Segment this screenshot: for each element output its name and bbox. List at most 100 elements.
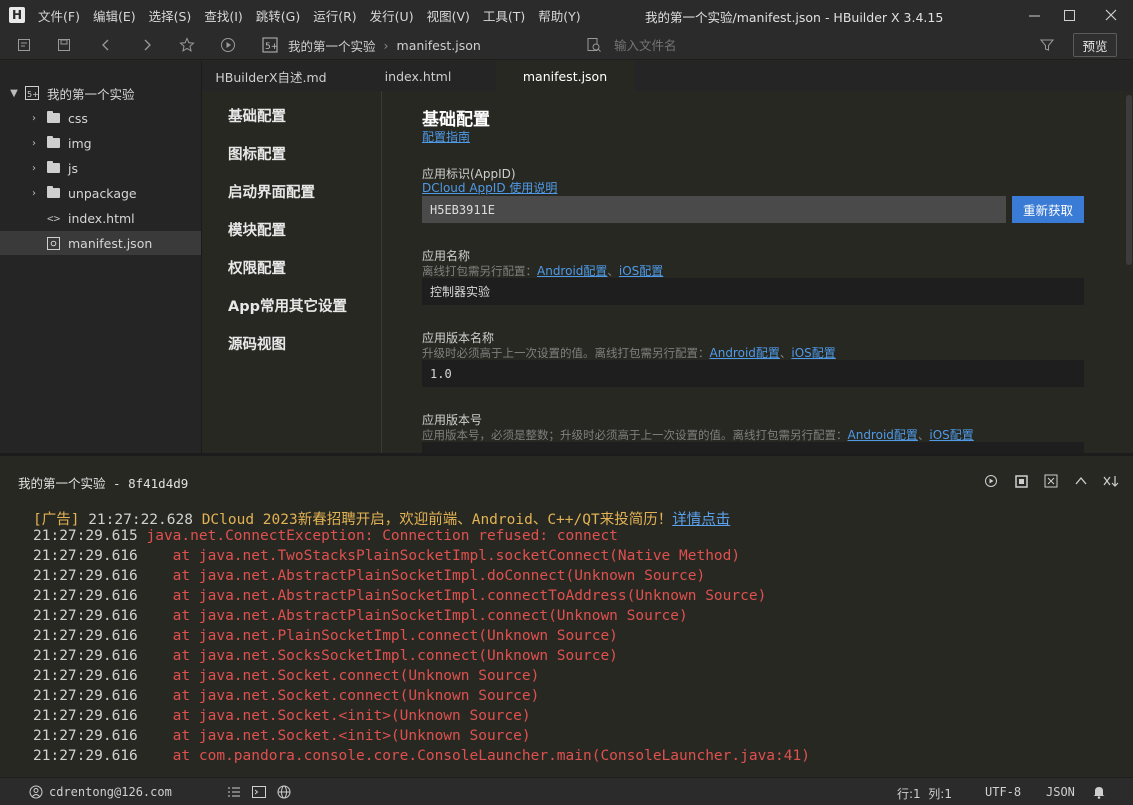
- clear-console-icon: [1044, 474, 1058, 488]
- folder-icon: [47, 161, 60, 173]
- forward-button[interactable]: [137, 35, 157, 55]
- config-nav-source[interactable]: 源码视图: [228, 333, 286, 354]
- console-collapse-button[interactable]: [1073, 473, 1089, 489]
- tree-item-js[interactable]: › js: [0, 156, 201, 180]
- list-icon[interactable]: [227, 785, 241, 799]
- menu-find[interactable]: 查找(I): [204, 6, 242, 25]
- menu-edit[interactable]: 编辑(E): [93, 6, 136, 25]
- network-icon[interactable]: [277, 785, 293, 799]
- config-nav-splash[interactable]: 启动界面配置: [228, 181, 315, 202]
- config-nav-app-other[interactable]: App常用其它设置: [228, 295, 347, 316]
- config-guide-link[interactable]: 配置指南: [422, 130, 470, 144]
- android-config-link[interactable]: Android配置: [848, 428, 918, 442]
- tree-item-index-html[interactable]: <> index.html: [0, 206, 201, 230]
- menu-view[interactable]: 视图(V): [427, 6, 470, 25]
- new-file-button[interactable]: [14, 35, 34, 55]
- chevron-left-icon: [102, 39, 109, 51]
- tab-readme[interactable]: HBuilderX自述.md: [202, 61, 340, 91]
- folder-icon: [47, 186, 60, 198]
- console-log-line: 21:27:29.616 at java.net.Socket.<init>(U…: [33, 708, 531, 724]
- console-log-line: 21:27:29.616 at java.net.Socket.connect(…: [33, 688, 540, 704]
- file-search-icon: [587, 38, 601, 52]
- editor-scrollbar[interactable]: [1124, 91, 1133, 453]
- chevron-right-icon: ›: [32, 187, 36, 199]
- maximize-button[interactable]: [1051, 0, 1087, 30]
- tree-item-label: css: [68, 110, 88, 126]
- tree-item-css[interactable]: › css: [0, 106, 201, 130]
- file-search-input[interactable]: [614, 37, 1014, 53]
- close-window-button[interactable]: [1093, 0, 1129, 30]
- restart-icon: [985, 475, 997, 487]
- menu-file[interactable]: 文件(F): [38, 6, 80, 25]
- tab-manifest-json[interactable]: manifest.json: [496, 61, 634, 91]
- chevron-right-icon: ›: [32, 112, 36, 124]
- config-nav-basic[interactable]: 基础配置: [228, 105, 286, 126]
- console-clear-button[interactable]: [1043, 473, 1059, 489]
- filter-button[interactable]: [1037, 35, 1057, 55]
- toolbar: 5+ 我的第一个实验 › manifest.json 预览: [0, 30, 1133, 60]
- tree-item-manifest-json[interactable]: manifest.json: [0, 231, 201, 255]
- console-log-line: 21:27:29.616 at java.net.Socket.connect(…: [33, 668, 540, 684]
- appid-help-link[interactable]: DCloud AppID 使用说明: [422, 181, 557, 195]
- console-scroll-lock-button[interactable]: [1101, 473, 1121, 489]
- minimize-button[interactable]: [1016, 0, 1052, 30]
- appid-link-wrap: DCloud AppID 使用说明: [422, 179, 557, 196]
- hbuilder-logo-icon: H: [9, 7, 25, 23]
- menu-goto[interactable]: 跳转(G): [256, 6, 300, 25]
- favorite-button[interactable]: [177, 35, 197, 55]
- version-code-field[interactable]: [422, 442, 1084, 453]
- statusbar: cdrentong@126.com 行:1 列:1 UTF-8 JSON: [0, 777, 1133, 805]
- tree-item-img[interactable]: › img: [0, 131, 201, 155]
- console-log-line: 21:27:29.616 at java.net.SocksSocketImpl…: [33, 648, 618, 664]
- tab-index-html[interactable]: index.html: [350, 61, 486, 91]
- svg-text:5+: 5+: [265, 42, 278, 52]
- tree-project-root[interactable]: ▼ 5+ 我的第一个实验: [0, 81, 201, 105]
- bell-icon[interactable]: [1092, 785, 1106, 799]
- android-config-link[interactable]: Android配置: [710, 346, 780, 360]
- console-restart-button[interactable]: [983, 473, 999, 489]
- filter-icon: [1040, 39, 1054, 51]
- config-nav-permissions[interactable]: 权限配置: [228, 257, 286, 278]
- star-icon: [179, 37, 195, 52]
- ios-config-link[interactable]: iOS配置: [619, 264, 663, 278]
- user-account[interactable]: cdrentong@126.com: [49, 785, 172, 799]
- run-button[interactable]: [218, 35, 238, 55]
- folder-icon: [47, 136, 60, 148]
- tree-item-label: index.html: [68, 210, 135, 226]
- form-title: 基础配置: [422, 110, 490, 130]
- refresh-appid-button[interactable]: 重新获取: [1012, 196, 1084, 223]
- menu-select[interactable]: 选择(S): [149, 6, 192, 25]
- appid-field[interactable]: [422, 196, 1006, 223]
- tree-item-unpackage[interactable]: › unpackage: [0, 181, 201, 205]
- menu-run[interactable]: 运行(R): [313, 6, 356, 25]
- ad-details-link[interactable]: 详情点击: [672, 512, 730, 528]
- console-log-line: 21:27:29.616 at java.net.AbstractPlainSo…: [33, 568, 706, 584]
- config-nav-modules[interactable]: 模块配置: [228, 219, 286, 240]
- save-button[interactable]: [54, 35, 74, 55]
- language-mode[interactable]: JSON: [1046, 785, 1075, 799]
- version-name-hint: 升级时必须高于上一次设置的值。离线打包需另行配置：Android配置、iOS配置: [422, 346, 836, 360]
- back-button[interactable]: [96, 35, 116, 55]
- version-name-field[interactable]: [422, 360, 1084, 387]
- menu-publish[interactable]: 发行(U): [370, 6, 414, 25]
- config-nav-icon[interactable]: 图标配置: [228, 143, 286, 164]
- console-stop-button[interactable]: [1013, 473, 1029, 489]
- android-config-link[interactable]: Android配置: [537, 264, 607, 278]
- chevron-right-icon: ›: [32, 162, 36, 174]
- preview-button[interactable]: 预览: [1073, 33, 1117, 57]
- breadcrumb-file[interactable]: manifest.json: [397, 38, 481, 53]
- terminal-icon[interactable]: [252, 785, 266, 799]
- breadcrumb-separator-icon: ›: [383, 37, 389, 53]
- ios-config-link[interactable]: iOS配置: [791, 346, 835, 360]
- file-encoding[interactable]: UTF-8: [985, 785, 1021, 799]
- editor-scrollbar-thumb[interactable]: [1126, 95, 1132, 265]
- breadcrumb-project[interactable]: 我的第一个实验: [288, 36, 376, 55]
- editor-tabbar: HBuilderX自述.md index.html manifest.json: [202, 61, 1133, 91]
- ios-config-link[interactable]: iOS配置: [929, 428, 973, 442]
- json-file-icon: [47, 236, 60, 250]
- menu-tools[interactable]: 工具(T): [483, 6, 525, 25]
- cursor-position[interactable]: 行:1 列:1: [897, 785, 952, 802]
- svg-text:5+: 5+: [27, 90, 39, 99]
- app-name-field[interactable]: [422, 278, 1084, 305]
- menu-help[interactable]: 帮助(Y): [538, 6, 580, 25]
